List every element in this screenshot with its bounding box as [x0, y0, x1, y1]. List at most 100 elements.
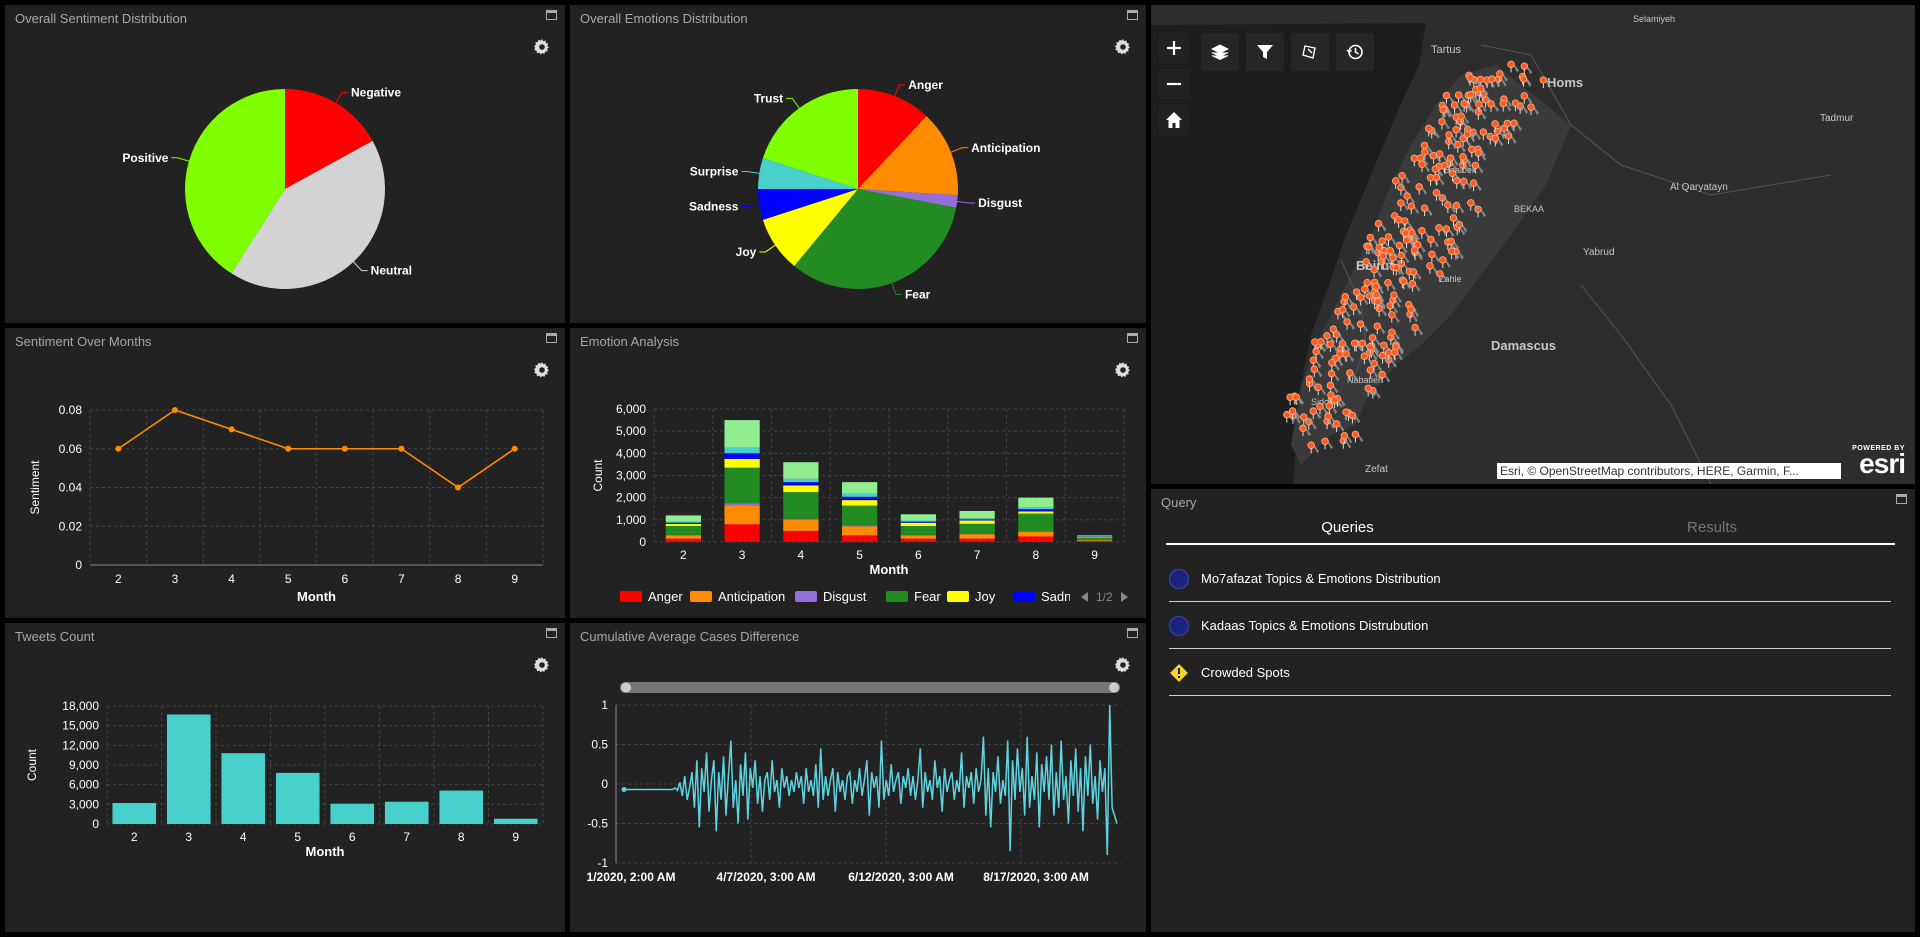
stacked-bar-segment: [665, 526, 701, 535]
map-marker: [1403, 192, 1411, 200]
stacked-bar-segment: [1018, 511, 1054, 514]
map-marker: [1499, 99, 1507, 108]
bar: [112, 803, 157, 824]
map-marker: [1364, 384, 1372, 393]
gear-icon[interactable]: [534, 39, 550, 55]
x-tick-label: 6: [341, 572, 348, 586]
stacked-bar-segment: [665, 522, 701, 524]
map-marker: [1507, 60, 1515, 69]
map-marker: [1323, 332, 1331, 340]
map-marker: [1341, 293, 1349, 301]
data-point: [398, 445, 405, 452]
pie-leader-line: [786, 97, 800, 109]
map-marker: [1436, 270, 1444, 278]
filter-button[interactable]: [1246, 33, 1284, 71]
tab-results[interactable]: Results: [1529, 519, 1895, 545]
x-tick-label: 8: [1033, 548, 1040, 562]
gear-icon[interactable]: [1115, 362, 1131, 378]
select-button[interactable]: [1291, 33, 1329, 71]
query-item[interactable]: Mo7afazat Topics & Emotions Distribution: [1169, 556, 1891, 602]
bar: [330, 803, 375, 824]
stacked-bar-segment: [783, 462, 819, 479]
query-item[interactable]: Kadaas Topics & Emotions Distrubution: [1169, 603, 1891, 649]
map-marker: [1520, 62, 1529, 70]
stacked-bar-segment: [1077, 537, 1113, 541]
data-point: [341, 445, 348, 452]
map-marker: [1342, 408, 1350, 416]
sentiment-pie-chart: Negative Neutral Positive: [122, 86, 412, 289]
minus-icon: [1167, 82, 1181, 86]
map-marker: [1400, 277, 1408, 286]
maximize-icon[interactable]: [546, 333, 557, 343]
x-axis-label: Month: [297, 589, 336, 604]
pie-leader-line: [894, 84, 906, 97]
series-line: [624, 704, 1118, 856]
maximize-icon[interactable]: [546, 10, 557, 20]
map-marker: [1402, 229, 1410, 237]
y-tick-label: 0.02: [59, 519, 83, 533]
stacked-bar-segment: [724, 420, 760, 448]
legend-label: Joy: [975, 589, 996, 604]
map-marker: [1332, 420, 1341, 428]
map-place-label: Damascus: [1491, 338, 1556, 353]
maximize-icon[interactable]: [1127, 628, 1138, 638]
query-item[interactable]: Crowded Spots: [1169, 650, 1891, 696]
tab-queries[interactable]: Queries: [1166, 519, 1529, 545]
data-point: [228, 426, 235, 433]
map-marker: [1368, 334, 1377, 342]
stacked-bar-segment: [1077, 540, 1113, 542]
pie-leader-line: [353, 261, 368, 272]
history-button[interactable]: [1336, 33, 1374, 71]
gear-icon[interactable]: [1115, 657, 1131, 673]
map-marker: [1395, 241, 1404, 250]
maximize-icon[interactable]: [546, 628, 557, 638]
layers-button[interactable]: [1201, 33, 1239, 71]
map-marker: [1420, 141, 1429, 150]
maximize-icon[interactable]: [1896, 494, 1907, 504]
pie-label: Negative: [351, 86, 401, 100]
map-marker: [1449, 214, 1458, 222]
map-marker: [1479, 128, 1488, 136]
stacked-bar-segment: [1018, 513, 1054, 532]
map-marker: [1438, 117, 1446, 126]
map-marker: [1286, 393, 1294, 401]
x-tick-label: 9: [511, 572, 518, 586]
map-marker: [1370, 359, 1378, 368]
zoom-in-button[interactable]: [1159, 33, 1189, 63]
x-tick-label: 5: [856, 548, 863, 562]
maximize-icon[interactable]: [1127, 333, 1138, 343]
map-marker: [1444, 201, 1452, 209]
map-marker: [1350, 339, 1359, 347]
map-marker: [1316, 402, 1324, 411]
map-view[interactable]: Selamiyeh Tartus Homs Tadmur Al Qaryatayn Yab…: [1151, 5, 1915, 484]
y-tick-label: 4,000: [616, 446, 646, 460]
zoom-out-button[interactable]: [1159, 69, 1189, 99]
map-marker: [1398, 171, 1406, 180]
home-button[interactable]: [1159, 105, 1189, 135]
y-tick-label: 0: [639, 535, 646, 549]
map-place-label: Homs: [1547, 75, 1583, 90]
map-marker: [1519, 75, 1528, 83]
stacked-bar-segment: [783, 530, 819, 542]
map-marker: [1330, 396, 1339, 404]
map-marker: [1388, 328, 1396, 336]
map-marker: [1366, 233, 1374, 242]
bar: [221, 753, 266, 824]
legend: Anger Anticipation Disgust Fear Joy Sadn: [620, 589, 1070, 604]
stacked-bar-segment: [1018, 536, 1054, 542]
stacked-bar-segment: [724, 467, 760, 504]
sentiment-line-chart: 0 0.02 0.04 0.06 0.08 2 3 4 5 6 7 8 9 Month Sentiment: [28, 403, 544, 604]
map-marker: [1475, 100, 1483, 109]
legend-swatch: [620, 591, 642, 602]
gear-icon[interactable]: [534, 362, 550, 378]
stacked-bar-segment: [959, 518, 995, 520]
y-tick-label: 3,000: [616, 469, 646, 483]
maximize-icon[interactable]: [1127, 10, 1138, 20]
gear-icon[interactable]: [1115, 39, 1131, 55]
gear-icon[interactable]: [534, 657, 550, 673]
map-marker: [1442, 91, 1451, 100]
map-marker: [1452, 126, 1460, 134]
map-marker: [1418, 160, 1426, 168]
pie-leader-line: [759, 244, 776, 253]
map-marker: [1391, 177, 1400, 185]
